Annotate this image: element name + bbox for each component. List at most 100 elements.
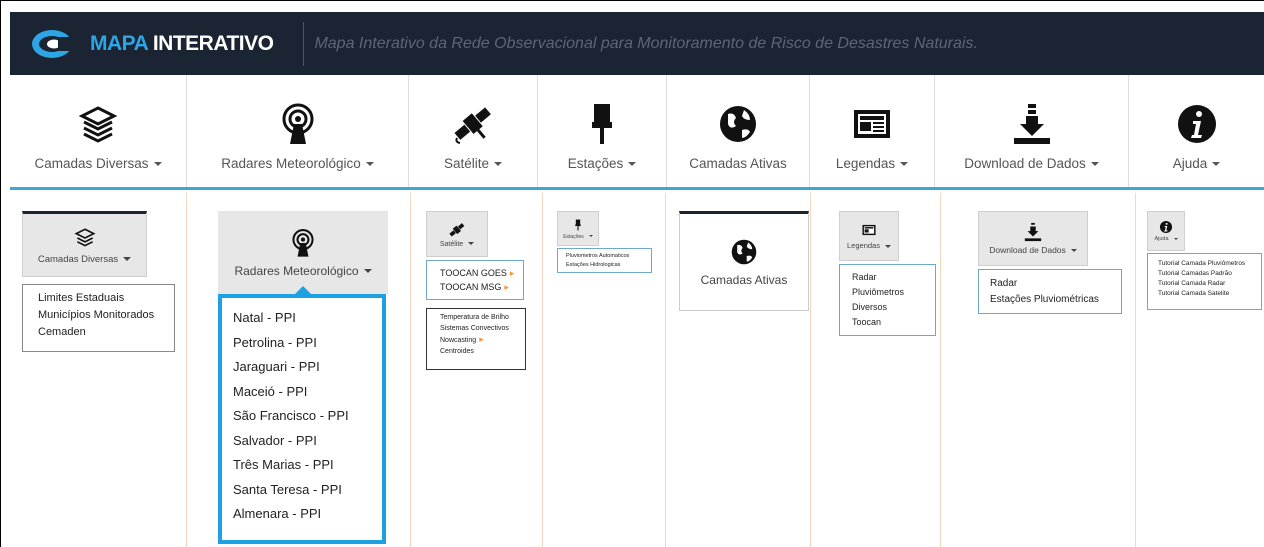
button-label: Legendas: [847, 241, 891, 250]
nav-label: Estações: [568, 156, 637, 171]
menu-item[interactable]: Estações Hidrologicas: [566, 261, 651, 270]
menu-item[interactable]: Radar: [852, 270, 935, 285]
nav-ajuda[interactable]: Ajuda: [1129, 75, 1264, 187]
camadas-ativas-button[interactable]: Camadas Ativas: [679, 211, 809, 311]
column-divider: [665, 193, 666, 547]
button-label: Ajuda: [1154, 236, 1178, 242]
menu-item[interactable]: Maceió - PPI: [233, 380, 382, 405]
menu-item[interactable]: Diversos: [852, 300, 935, 315]
nav-label: Ajuda: [1173, 156, 1221, 171]
column-divider: [1135, 193, 1136, 547]
radar-icon: [292, 228, 314, 257]
header-divider: [303, 21, 305, 66]
globe-icon: [720, 106, 756, 142]
caret-down-icon: [900, 162, 909, 167]
estacoes-button[interactable]: Estações: [557, 211, 599, 246]
caret-down-icon: [628, 162, 637, 167]
menu-item[interactable]: Pluviometros Automaticos: [566, 252, 651, 261]
info-icon: [1177, 105, 1216, 143]
camadas-diversas-menu: Limites Estaduais Municípios Monitorados…: [22, 284, 175, 352]
satellite-icon: [454, 107, 491, 144]
column-divider: [542, 193, 543, 547]
menu-item[interactable]: Radar: [990, 276, 1121, 292]
nav-label: Download de Dados: [964, 156, 1099, 171]
nav-label: Camadas Ativas: [689, 156, 787, 171]
ajuda-button[interactable]: Ajuda: [1147, 211, 1185, 251]
menu-item[interactable]: Centroides: [440, 346, 525, 357]
caret-down-icon: [468, 242, 475, 246]
menu-item[interactable]: TOOCAN MSG ▸: [440, 280, 523, 294]
newspaper-icon: [862, 224, 876, 236]
download-button[interactable]: Download de Dados: [978, 211, 1088, 266]
satelite-menu: TOOCAN GOES ▸ TOOCAN MSG ▸: [426, 260, 524, 300]
chevron-right-icon: ▸: [509, 268, 515, 278]
menu-item[interactable]: Sistemas Convectivos: [440, 323, 525, 334]
camadas-diversas-button[interactable]: Camadas Diversas: [22, 211, 147, 277]
station-icon: [575, 219, 581, 230]
menu-item[interactable]: Tutorial Camada Satelite: [1158, 289, 1261, 299]
menu-item[interactable]: Limites Estaduais: [38, 290, 174, 307]
nav-radares[interactable]: Radares Meteorológico: [187, 75, 409, 187]
estacoes-menu: Pluviometros Automaticos Estações Hidrol…: [557, 248, 652, 273]
legendas-button[interactable]: Legendas: [839, 211, 899, 261]
menu-item[interactable]: Três Marias - PPI: [233, 453, 382, 478]
menu-item[interactable]: Tutorial Camada Radar: [1158, 279, 1261, 289]
nav-legendas[interactable]: Legendas: [810, 75, 935, 187]
caret-down-icon: [153, 162, 162, 167]
caret-down-icon: [1173, 237, 1178, 240]
menu-item[interactable]: Temperatura de Brilho: [440, 312, 525, 323]
menu-item[interactable]: Pluviômetros: [852, 285, 935, 300]
nav-download[interactable]: Download de Dados: [935, 75, 1129, 187]
nav-estacoes[interactable]: Estações: [538, 75, 667, 187]
caret-down-icon: [588, 235, 593, 238]
info-icon: [1159, 220, 1173, 234]
app-title: MAPA INTERATIVO: [90, 31, 274, 55]
menu-item[interactable]: Nowcasting ▸: [440, 334, 525, 346]
menu-item[interactable]: Jaraguari - PPI: [233, 355, 382, 380]
app-tagline: Mapa Interativo da Rede Observacional pa…: [314, 34, 978, 52]
menu-item[interactable]: Estações Pluviométricas: [990, 292, 1121, 308]
nav-camadas-diversas[interactable]: Camadas Diversas: [10, 75, 187, 187]
chevron-right-icon: ▸: [504, 282, 509, 292]
caret-down-icon: [884, 244, 891, 248]
layers-icon: [78, 106, 118, 143]
menu-item[interactable]: Municípios Monitorados: [38, 307, 174, 324]
menu-item[interactable]: Petrolina - PPI: [233, 331, 382, 356]
menu-item[interactable]: Tutorial Camada Pluviômetros: [1158, 259, 1261, 269]
globe-icon: [731, 239, 757, 265]
radares-button[interactable]: Radares Meteorológico: [218, 211, 388, 294]
menu-item[interactable]: Almenara - PPI: [233, 502, 382, 527]
caret-down-icon: [1090, 162, 1099, 167]
satelite-submenu: Temperatura de Brilho Sistemas Convectiv…: [426, 308, 526, 370]
menu-item[interactable]: Natal - PPI: [233, 306, 382, 331]
satellite-icon: [449, 222, 465, 237]
menu-item[interactable]: São Francisco - PPI: [233, 404, 382, 429]
nav-label: Legendas: [836, 156, 909, 171]
radar-icon: [282, 103, 313, 144]
menu-item[interactable]: Cemaden: [38, 324, 174, 341]
menu-item[interactable]: Santa Teresa - PPI: [233, 478, 382, 503]
column-divider: [940, 193, 941, 547]
caret-down-icon: [363, 269, 372, 274]
nav-satelite[interactable]: Satélite: [409, 75, 538, 187]
column-divider: [186, 193, 187, 547]
caret-down-icon: [365, 162, 374, 167]
caret-down-icon: [1070, 249, 1077, 253]
download-icon: [1013, 104, 1050, 144]
button-label: Estações: [563, 234, 593, 240]
caret-down-icon: [494, 162, 503, 167]
download-icon: [1024, 222, 1042, 242]
menu-item[interactable]: TOOCAN GOES ▸: [440, 266, 523, 280]
station-icon: [592, 104, 612, 144]
button-label: Radares Meteorológico: [234, 264, 372, 278]
menu-previews: Camadas Diversas Limites Estaduais Munic…: [10, 193, 1264, 547]
nav-camadas-ativas[interactable]: Camadas Ativas: [667, 75, 810, 187]
satelite-button[interactable]: Satélite: [426, 211, 488, 257]
chevron-right-icon: ▸: [479, 334, 484, 344]
main-nav: Camadas Diversas Radares Meteorológico S…: [10, 75, 1264, 190]
menu-item[interactable]: Toocan: [852, 315, 935, 330]
button-label: Camadas Diversas: [38, 254, 132, 265]
radares-menu: Natal - PPI Petrolina - PPI Jaraguari - …: [218, 294, 386, 544]
menu-item[interactable]: Tutorial Camadas Padrão: [1158, 269, 1261, 279]
menu-item[interactable]: Salvador - PPI: [233, 429, 382, 454]
